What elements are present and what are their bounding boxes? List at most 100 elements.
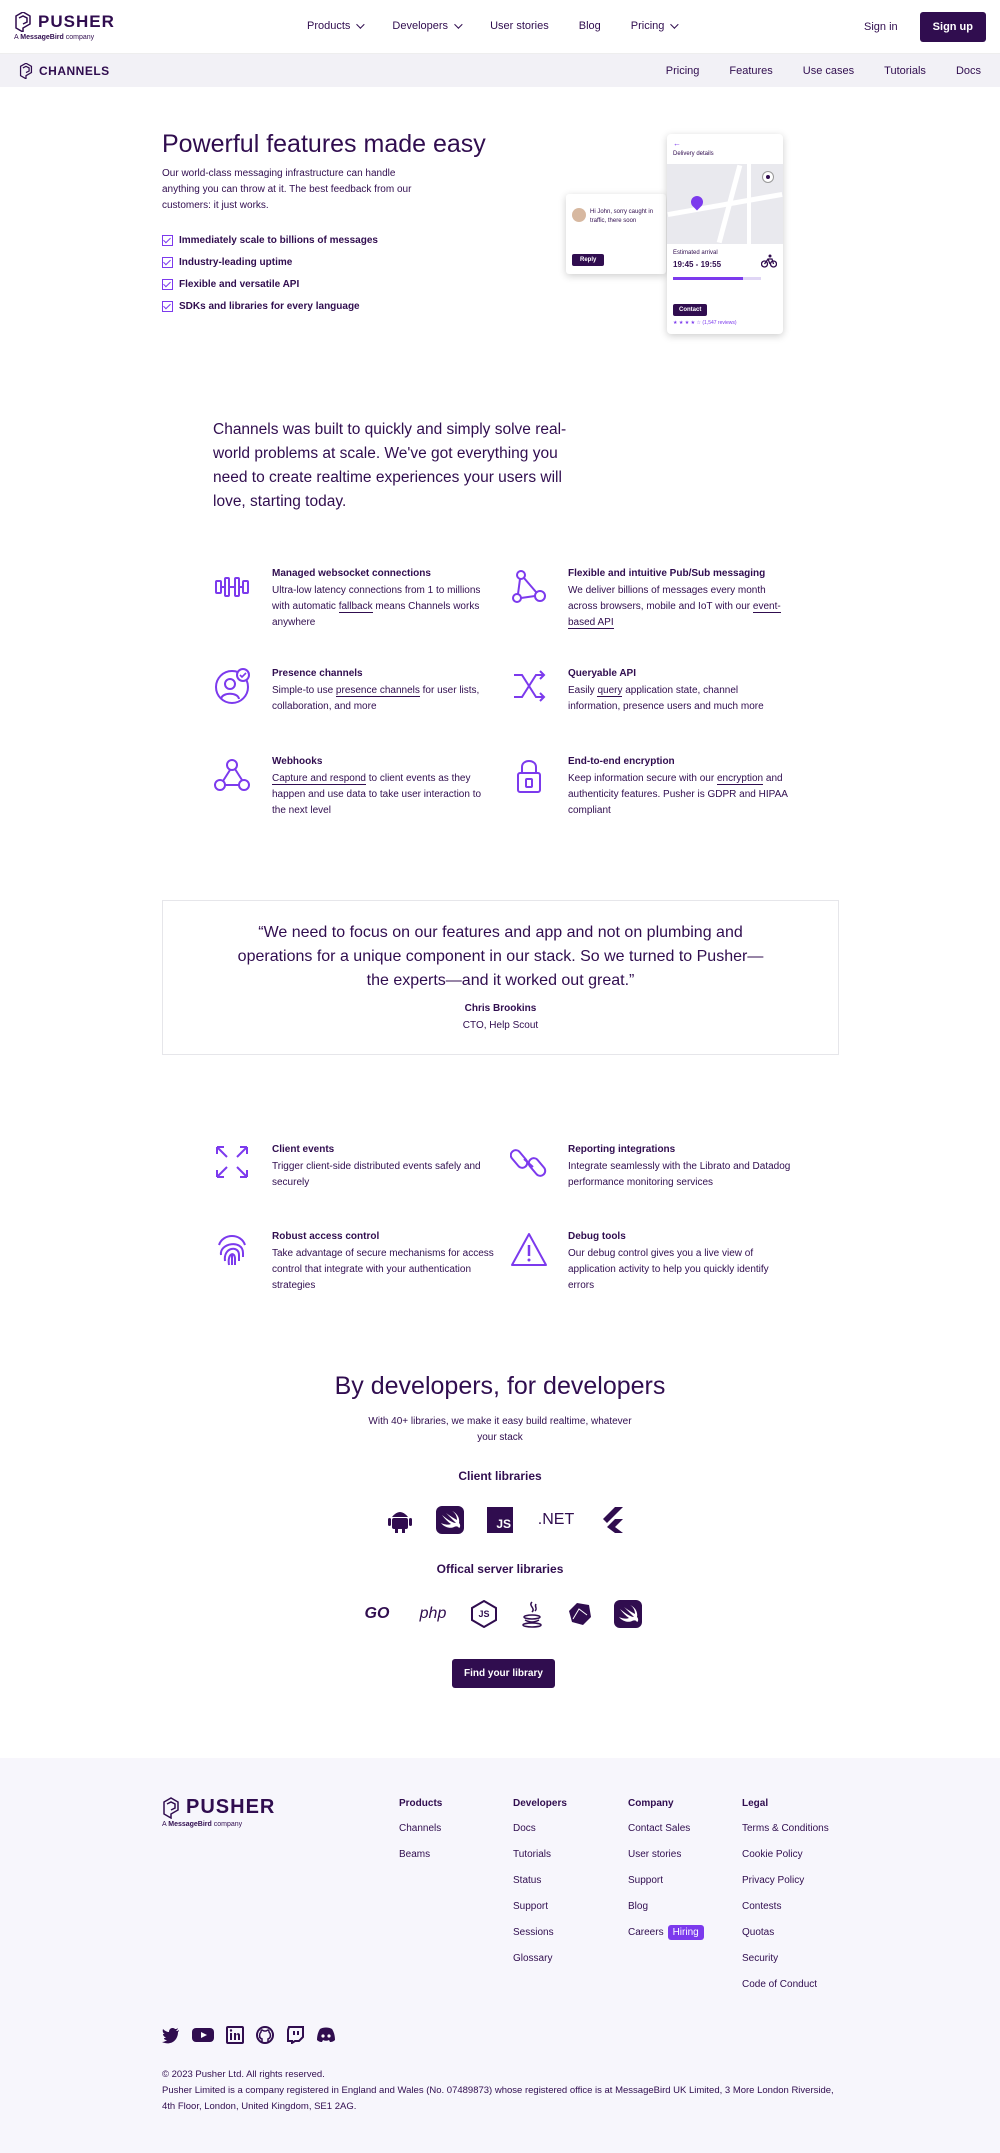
check-icon (162, 278, 173, 290)
warning-icon (510, 1231, 548, 1269)
footer-legal: © 2023 Pusher Ltd. All rights reserved. … (162, 2067, 842, 2115)
fingerprint-icon (213, 1231, 251, 1269)
footer-logo[interactable]: PUSHER A MessageBird company (162, 1796, 275, 1828)
youtube-icon[interactable] (192, 2026, 214, 2044)
client-libraries-heading: Client libraries (458, 1469, 542, 1483)
feature-access-control: Robust access control Take advantage of … (272, 1230, 497, 1294)
footer-link[interactable]: Blog (628, 1901, 648, 1912)
hiring-badge[interactable]: Hiring (667, 1925, 704, 1940)
discord-icon[interactable] (316, 2026, 336, 2044)
fallback-link[interactable]: fallback (338, 601, 373, 613)
chevron-down-icon (454, 20, 463, 29)
footer-link[interactable]: Code of Conduct (742, 1979, 817, 1990)
feature-text: Trigger client-side distributed events s… (272, 1161, 481, 1188)
shuffle-icon (510, 667, 548, 705)
footer-link[interactable]: Tutorials (513, 1849, 551, 1860)
nodejs-icon[interactable]: JS (470, 1600, 498, 1628)
pusher-logo-icon (15, 12, 31, 32)
sign-in-link[interactable]: Sign in (864, 21, 898, 33)
delivery-title: Delivery details (673, 151, 714, 157)
javascript-icon[interactable]: JS (486, 1506, 514, 1534)
footer-link[interactable]: Careers (628, 1927, 664, 1938)
go-icon[interactable]: GO (358, 1600, 396, 1628)
nav-blog[interactable]: Blog (579, 20, 601, 32)
subnav-use-cases[interactable]: Use cases (803, 65, 854, 77)
feature-encryption: End-to-end encryption Keep information s… (568, 755, 793, 819)
developers-title: By developers, for developers (334, 1372, 666, 1400)
feature-title: Queryable API (568, 668, 636, 679)
footer-link[interactable]: Status (513, 1875, 541, 1886)
subnav-tutorials[interactable]: Tutorials (884, 65, 926, 77)
github-icon[interactable] (256, 2026, 274, 2044)
channels-brand[interactable]: CHANNELS (19, 62, 110, 79)
footer-link[interactable]: Support (628, 1875, 663, 1886)
footer-link[interactable]: Sessions (513, 1927, 554, 1938)
footer-col-title: Developers (513, 1798, 567, 1809)
pusher-logo-icon (163, 1796, 179, 1819)
reviews-count: (1,547 reviews) (702, 320, 737, 326)
list-item: SDKs and libraries for every language (162, 295, 378, 317)
nav-user-stories[interactable]: User stories (490, 20, 549, 32)
swift-icon[interactable] (436, 1506, 464, 1534)
swift-icon[interactable] (614, 1600, 642, 1628)
sign-up-button[interactable]: Sign up (919, 12, 986, 42)
feature-text: Capture and respond to client events as … (272, 773, 482, 816)
logo-text: PUSHER (38, 12, 115, 31)
linkedin-icon[interactable] (226, 2026, 244, 2044)
pusher-logo[interactable]: PUSHER A MessageBird company (14, 12, 115, 41)
capture-respond-link[interactable]: Capture and respond (272, 773, 366, 785)
footer-link[interactable]: Docs (513, 1823, 536, 1834)
query-link[interactable]: query (597, 685, 623, 697)
footer-link[interactable]: Beams (399, 1849, 430, 1860)
nav-products[interactable]: Products (307, 20, 366, 32)
php-icon[interactable]: php (416, 1600, 450, 1628)
hero-description: Our world-class messaging infrastructure… (162, 168, 412, 211)
list-item: Flexible and versatile API (162, 273, 378, 295)
footer-link[interactable]: Cookie Policy (742, 1849, 803, 1860)
feature-text: We deliver billions of messages every mo… (568, 585, 781, 629)
eta-time: 19:45 - 19:55 (673, 260, 722, 269)
presence-channels-link[interactable]: presence channels (335, 685, 420, 697)
chevron-down-icon (670, 20, 680, 29)
find-library-button[interactable]: Find your library (452, 1659, 555, 1688)
subnav-features[interactable]: Features (729, 65, 772, 77)
footer-link[interactable]: Support (513, 1901, 548, 1912)
feature-text: Easily query application state, channel … (568, 685, 764, 712)
ruby-icon[interactable] (566, 1600, 594, 1628)
footer-link[interactable]: Contests (742, 1901, 781, 1912)
subnav-docs[interactable]: Docs (956, 65, 981, 77)
footer-link[interactable]: User stories (628, 1849, 681, 1860)
twitter-icon[interactable] (162, 2026, 180, 2044)
java-icon[interactable] (518, 1600, 546, 1628)
footer-link[interactable]: Contact Sales (628, 1823, 690, 1834)
footer-link[interactable]: Quotas (742, 1927, 774, 1938)
eta-label: Estimated arrival (673, 250, 718, 256)
android-icon[interactable] (386, 1506, 414, 1534)
footer-link[interactable]: Privacy Policy (742, 1875, 804, 1886)
footer-link[interactable]: Channels (399, 1823, 441, 1834)
logo-tagline: A MessageBird company (14, 34, 95, 41)
flutter-icon[interactable] (598, 1506, 626, 1534)
feature-text: Our debug control gives you a live view … (568, 1248, 769, 1291)
social-links (162, 2026, 336, 2044)
hero-bullets: Immediately scale to billions of message… (162, 229, 378, 317)
footer-link[interactable]: Security (742, 1953, 778, 1964)
back-arrow-icon: ← (673, 139, 681, 148)
twitch-icon[interactable] (286, 2026, 304, 2044)
footer-link[interactable]: Glossary (513, 1953, 552, 1964)
nav-pricing[interactable]: Pricing (631, 20, 680, 32)
dotnet-icon[interactable]: .NET (536, 1506, 576, 1534)
footer-link[interactable]: Terms & Conditions (742, 1823, 829, 1834)
channels-subnav: CHANNELS Pricing Features Use cases Tuto… (0, 54, 1000, 87)
link-icon (509, 1143, 548, 1181)
footer-col-title: Products (399, 1798, 443, 1809)
footer-col-title: Legal (742, 1798, 769, 1809)
encryption-link[interactable]: encryption (716, 773, 764, 785)
feature-debug-tools: Debug tools Our debug control gives you … (568, 1230, 793, 1294)
feature-title: Presence channels (272, 668, 363, 679)
footer-col-title: Company (628, 1798, 674, 1809)
feature-text: Take advantage of secure mechanisms for … (272, 1248, 494, 1291)
subnav-pricing[interactable]: Pricing (666, 65, 700, 77)
registered-office: Pusher Limited is a company registered i… (162, 2085, 834, 2112)
nav-developers[interactable]: Developers (392, 20, 463, 32)
